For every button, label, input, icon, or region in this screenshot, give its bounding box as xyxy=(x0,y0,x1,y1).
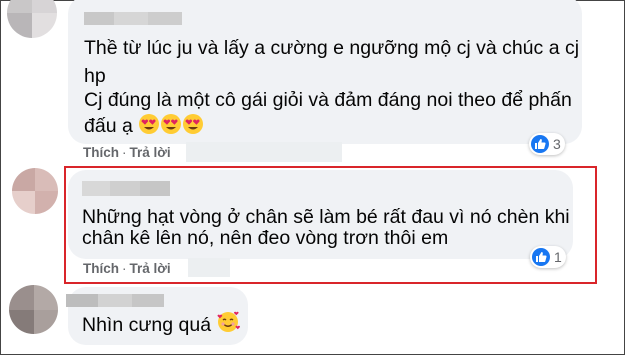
avatar[interactable] xyxy=(7,0,57,38)
smiling-face-with-hearts-emoji xyxy=(216,310,241,342)
highlight-box xyxy=(64,166,597,284)
comment-text-line: Thề từ lúc ju và lấy a cường e ngưỡng mộ… xyxy=(84,37,580,59)
heart-eyes-emoji xyxy=(138,113,160,143)
reply-button[interactable]: Trả lời xyxy=(130,145,171,160)
comment-text-line: Nhìn cưng quá xyxy=(82,314,212,336)
like-icon xyxy=(531,135,549,153)
reaction-summary[interactable]: 3 xyxy=(529,133,565,155)
avatar[interactable] xyxy=(9,285,58,334)
commenter-name-blurred[interactable] xyxy=(84,12,182,25)
avatar[interactable] xyxy=(12,168,58,214)
like-button[interactable]: Thích xyxy=(83,145,119,160)
heart-eyes-emoji xyxy=(182,113,204,143)
comment-text-line: đấu ạ xyxy=(84,115,133,137)
comment-actions: Thích · Trả lời xyxy=(83,145,171,160)
separator-dot: · xyxy=(122,145,127,160)
comment-text-row: Nhìn cưng quá xyxy=(82,310,241,342)
comment-text-line: Cj đúng là một cô gái giỏi và đảm đáng n… xyxy=(84,89,572,111)
heart-eyes-emoji xyxy=(160,113,182,143)
timestamp-blurred xyxy=(186,142,342,162)
reaction-count: 3 xyxy=(553,136,561,152)
commenter-name-blurred[interactable] xyxy=(66,294,164,307)
comment-text-row: đấu ạ xyxy=(84,112,204,143)
